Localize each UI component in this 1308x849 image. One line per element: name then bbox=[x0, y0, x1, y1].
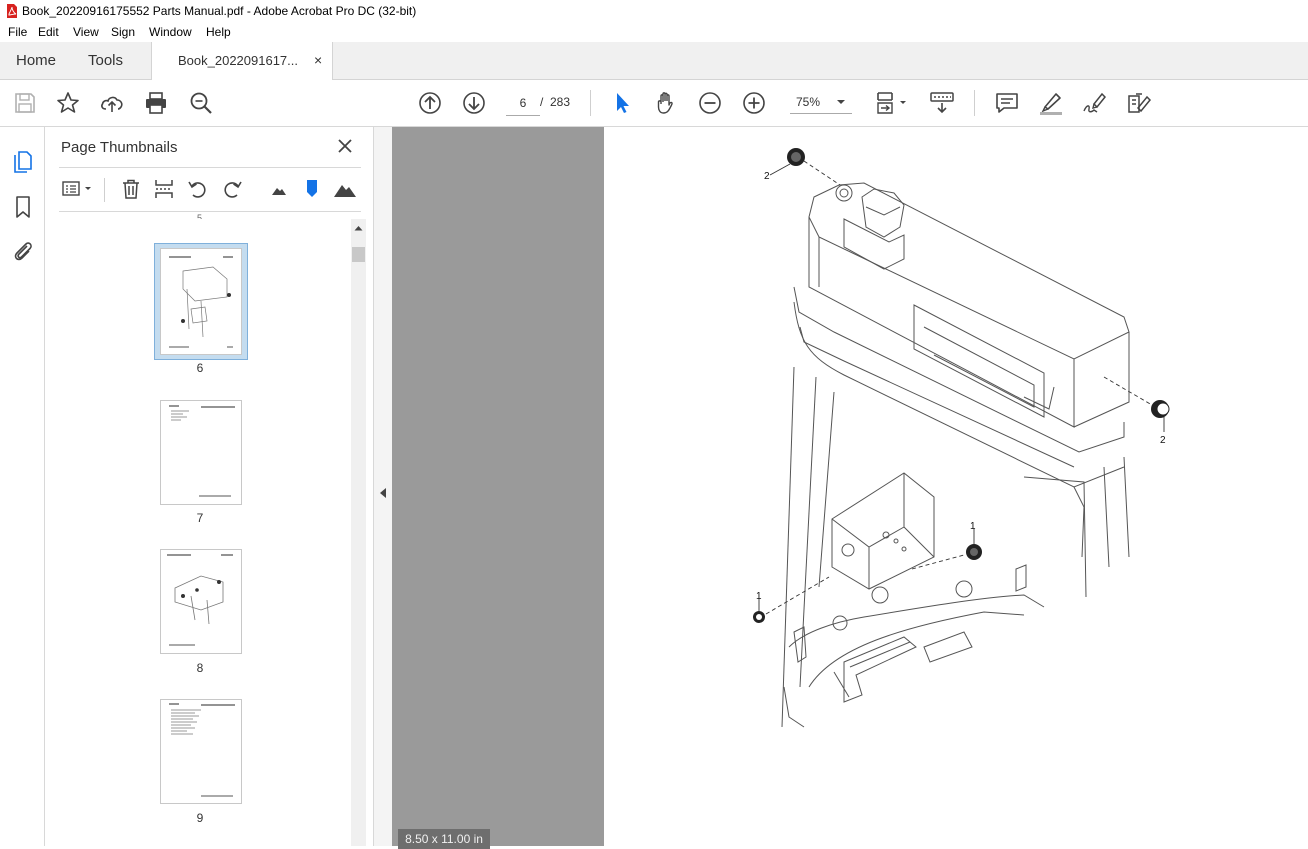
menu-bar: File Edit View Sign Window Help bbox=[0, 22, 1308, 42]
thumbnail-page-number: 8 bbox=[196, 661, 204, 675]
previous-page-icon[interactable] bbox=[417, 90, 443, 116]
menu-view[interactable]: View bbox=[73, 25, 99, 39]
tab-tools[interactable]: Tools bbox=[88, 42, 123, 79]
attachments-paperclip-icon[interactable] bbox=[12, 239, 34, 263]
tab-document[interactable]: Book_2022091617... × bbox=[151, 42, 333, 80]
document-background bbox=[392, 127, 604, 846]
bookmarks-icon[interactable] bbox=[13, 195, 33, 219]
thumbnail-large-mountain-icon[interactable] bbox=[333, 178, 357, 200]
tab-document-label: Book_2022091617... bbox=[178, 53, 298, 68]
highlight-pen-icon[interactable] bbox=[1038, 90, 1064, 116]
insert-pages-icon[interactable] bbox=[153, 178, 175, 200]
delete-pages-icon[interactable] bbox=[120, 178, 142, 200]
thumbnail-page-number: 6 bbox=[196, 361, 204, 375]
thumbnail-page-number: 9 bbox=[196, 811, 204, 825]
select-tool-icon[interactable] bbox=[608, 90, 634, 116]
previous-thumbnail-label-fragment: 5 bbox=[197, 213, 203, 219]
scrollbar-thumb[interactable] bbox=[352, 247, 365, 262]
tab-home[interactable]: Home bbox=[16, 42, 56, 79]
edit-pdf-icon[interactable] bbox=[1126, 90, 1152, 116]
page-number-input[interactable] bbox=[506, 91, 540, 116]
pdf-page[interactable]: 2 2 1 1 bbox=[604, 127, 1308, 846]
panel-divider bbox=[59, 167, 361, 168]
menu-window[interactable]: Window bbox=[149, 25, 192, 39]
callout-label: 1 bbox=[756, 591, 762, 602]
collapse-panel-arrow-icon[interactable] bbox=[379, 487, 387, 499]
title-bar: Book_20220916175552 Parts Manual.pdf - A… bbox=[0, 0, 1308, 22]
thumbnail-page-number: 7 bbox=[196, 511, 204, 525]
page-separator: / bbox=[540, 95, 544, 109]
zoom-level-dropdown[interactable]: 75% bbox=[790, 91, 852, 114]
thumbnail-drawing bbox=[169, 405, 235, 497]
callout-label: 1 bbox=[970, 521, 976, 532]
comment-icon[interactable] bbox=[994, 90, 1020, 116]
print-icon[interactable] bbox=[143, 90, 169, 116]
page-thumbnails-icon[interactable] bbox=[12, 149, 34, 173]
panel-collapse-gutter[interactable] bbox=[374, 127, 392, 846]
save-icon[interactable] bbox=[12, 90, 38, 116]
thumbnail-scrollbar[interactable] bbox=[351, 219, 366, 846]
thumbnail-drawing bbox=[169, 256, 233, 348]
thumbnail-page-preview bbox=[160, 248, 242, 355]
tab-bar: Home Tools Book_2022091617... × bbox=[0, 42, 1308, 80]
rotate-counterclockwise-icon[interactable] bbox=[187, 178, 209, 200]
toolbar-divider bbox=[974, 90, 975, 116]
bookmark-star-icon[interactable] bbox=[55, 90, 81, 116]
menu-edit[interactable]: Edit bbox=[38, 25, 59, 39]
tab-close-icon[interactable]: × bbox=[314, 42, 322, 79]
menu-sign[interactable]: Sign bbox=[111, 25, 135, 39]
acrobat-pdf-icon bbox=[7, 4, 17, 18]
menu-file[interactable]: File bbox=[8, 25, 27, 39]
callout-label: 2 bbox=[1160, 435, 1166, 446]
zoom-out-icon[interactable] bbox=[697, 90, 723, 116]
page-fit-icon[interactable] bbox=[874, 90, 910, 116]
close-panel-icon[interactable] bbox=[338, 139, 352, 153]
callout-label: 2 bbox=[764, 171, 770, 182]
total-pages: 283 bbox=[550, 95, 571, 109]
parts-diagram: 2 2 1 1 bbox=[753, 148, 1170, 728]
zoom-level-value: 75% bbox=[796, 95, 821, 109]
thumbnail-size-slider-handle-icon[interactable] bbox=[305, 178, 319, 200]
toolbar-divider bbox=[590, 90, 591, 116]
thumbnail-page-8[interactable] bbox=[160, 549, 242, 654]
navigation-rail bbox=[0, 127, 45, 846]
scrolling-mode-icon[interactable] bbox=[929, 90, 955, 116]
panel-divider bbox=[59, 211, 361, 212]
hand-tool-icon[interactable] bbox=[653, 90, 679, 116]
window-title: Book_20220916175552 Parts Manual.pdf - A… bbox=[22, 4, 417, 18]
panel-title: Page Thumbnails bbox=[61, 139, 178, 156]
thumbnail-small-mountain-icon[interactable] bbox=[271, 182, 287, 198]
thumbnail-page-9[interactable] bbox=[160, 699, 242, 804]
page-thumbnails-panel: Page Thumbnails 5 6 7 8 9 bbox=[45, 127, 374, 846]
page-size-indicator: 8.50 x 11.00 in bbox=[398, 829, 490, 849]
rotate-clockwise-icon[interactable] bbox=[221, 178, 243, 200]
chevron-down-icon bbox=[837, 100, 845, 104]
thumbnail-page-7[interactable] bbox=[160, 400, 242, 505]
thumbnail-drawing bbox=[169, 703, 235, 797]
thumbnail-drawing bbox=[167, 554, 233, 646]
scroll-up-arrow-icon[interactable] bbox=[354, 225, 363, 231]
menu-help[interactable]: Help bbox=[206, 25, 231, 39]
panel-toolbar-divider bbox=[104, 178, 105, 202]
share-upload-icon[interactable] bbox=[99, 90, 125, 116]
zoom-in-icon[interactable] bbox=[741, 90, 767, 116]
fill-sign-icon[interactable] bbox=[1082, 90, 1108, 116]
thumbnail-options-icon[interactable] bbox=[61, 179, 97, 199]
next-page-icon[interactable] bbox=[461, 90, 487, 116]
find-zoom-icon[interactable] bbox=[188, 90, 214, 116]
thumbnail-page-6-selected[interactable] bbox=[154, 243, 248, 360]
main-toolbar: / 283 75% bbox=[0, 80, 1308, 127]
